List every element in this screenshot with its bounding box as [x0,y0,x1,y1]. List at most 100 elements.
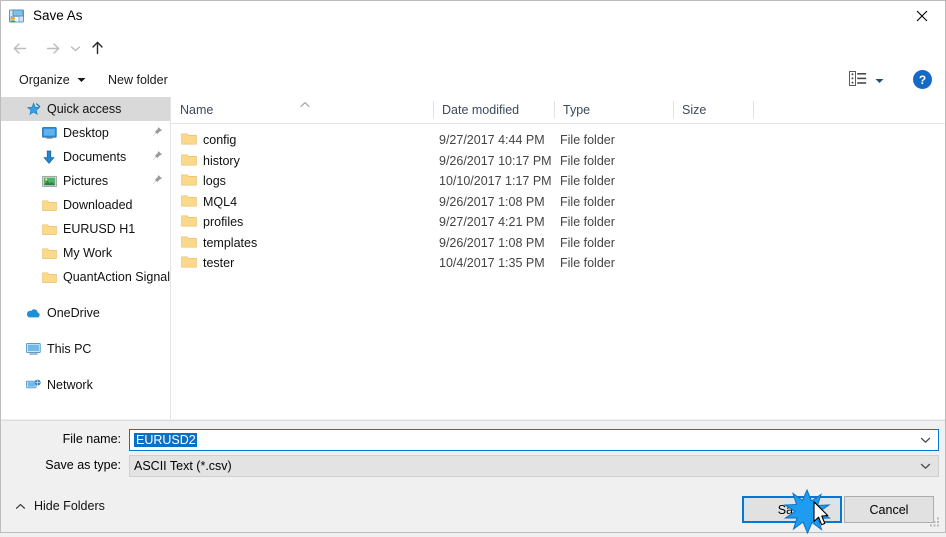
sidebar-item-this-pc[interactable]: This PC [1,337,170,361]
table-row[interactable]: history 9/26/2017 10:17 PM File folder [171,151,945,172]
sidebar-item-documents[interactable]: Documents [1,145,170,169]
cell-type: File folder [560,133,615,148]
save-as-type-label: Save as type: [45,458,121,472]
file-list-pane: Name Date modified Type Size config 9/27… [171,97,945,419]
sidebar-item-label: EURUSD H1 [63,222,136,236]
pin-icon[interactable] [151,150,163,162]
column-header-size[interactable]: Size [673,97,753,122]
sidebar-item-label: My Work [63,246,113,260]
view-layout-icon [849,71,867,89]
folder-icon [41,197,57,213]
folder-icon [41,269,57,285]
column-header-type[interactable]: Type [554,97,673,122]
save-as-type-select[interactable]: ASCII Text (*.csv) [129,455,939,477]
new-folder-button[interactable]: New folder [108,64,168,96]
folder-icon [181,194,197,208]
column-header-label: Type [563,102,591,117]
pin-icon[interactable] [151,126,163,138]
chevron-down-icon[interactable] [65,32,85,64]
cell-date: 9/26/2017 10:17 PM [439,153,552,168]
cell-type: File folder [560,174,615,189]
onedrive-cloud-icon [25,305,41,321]
folder-icon [181,173,197,187]
navigation-bar: « Roaming ❯ MetaQuotes ❯ Terminal ❯ 9155… [1,32,945,91]
sidebar-item-eurusd-h1[interactable]: EURUSD H1 [1,217,170,241]
sidebar-item-pictures[interactable]: Pictures [1,169,170,193]
sidebar-item-onedrive[interactable]: OneDrive [1,301,170,325]
sidebar-item-label: Quick access [47,102,122,116]
table-row[interactable]: config 9/27/2017 4:44 PM File folder [171,130,945,151]
table-row[interactable]: templates 9/26/2017 1:08 PM File folder [171,233,945,254]
cell-name: config [203,133,237,148]
documents-arrow-icon [41,149,57,165]
sidebar-item-quick-access[interactable]: Quick access [1,97,170,121]
pin-star-icon [25,101,41,117]
organize-label: Organize [19,73,70,87]
cell-date: 9/27/2017 4:21 PM [439,215,545,230]
folder-icon [41,221,57,237]
cancel-button-label: Cancel [869,502,909,517]
table-row[interactable]: profiles 9/27/2017 4:21 PM File folder [171,212,945,233]
file-name-input[interactable]: EURUSD2 [129,429,939,451]
dialog-footer: Hide Folders Save Cancel [1,490,945,532]
cell-name: profiles [203,215,244,230]
save-as-dialog: Save As Organize New folder ? Quick acce… [0,0,946,535]
column-header-label: Size [682,102,707,117]
chevron-down-icon [875,73,884,87]
arrow-left-icon[interactable] [7,32,35,64]
cancel-button[interactable]: Cancel [844,496,934,523]
cell-date: 10/4/2017 1:35 PM [439,256,545,271]
view-options-button[interactable] [849,64,884,96]
sidebar-item-quantaction-signal[interactable]: QuantAction Signal [1,265,170,289]
command-bar: Organize New folder ? [1,64,945,98]
folder-icon [181,235,197,249]
sidebar-item-label: Pictures [63,174,109,188]
chevron-down-icon[interactable] [911,436,938,444]
sidebar-item-my-work[interactable]: My Work [1,241,170,265]
chevron-down-icon[interactable] [911,462,938,470]
table-row[interactable]: tester 10/4/2017 1:35 PM File folder [171,253,945,274]
save-button[interactable]: Save [742,496,842,523]
organize-button[interactable]: Organize [19,64,86,96]
cell-name: history [203,153,240,168]
sidebar-item-label: Network [47,378,93,392]
cell-type: File folder [560,194,615,209]
arrow-up-icon[interactable] [85,32,109,64]
folder-icon [181,214,197,228]
cell-date: 10/10/2017 1:17 PM [439,174,552,189]
cell-name: MQL4 [203,194,238,209]
title-bar: Save As [1,1,945,32]
new-folder-label: New folder [108,73,168,87]
this-pc-icon [25,341,41,357]
sidebar-item-label: Desktop [63,126,109,140]
sidebar-item-label: Documents [63,150,127,164]
cell-date: 9/27/2017 4:44 PM [439,133,545,148]
cell-name: logs [203,174,226,189]
cell-date: 9/26/2017 1:08 PM [439,235,545,250]
column-header-date-modified[interactable]: Date modified [433,97,554,122]
file-name-selected-text: EURUSD2 [134,433,197,447]
save-form: File name: EURUSD2 Save as type: ASCII T… [1,420,945,491]
chevron-down-icon [77,77,86,83]
table-row[interactable]: MQL4 9/26/2017 1:08 PM File folder [171,192,945,213]
arrow-right-icon[interactable] [37,32,65,64]
pin-icon[interactable] [151,174,163,186]
close-button[interactable] [899,1,945,31]
column-divider[interactable] [753,101,754,118]
folder-icon [181,255,197,269]
hide-folders-button[interactable]: Hide Folders [15,499,105,513]
sidebar-item-desktop[interactable]: Desktop [1,121,170,145]
help-button[interactable]: ? [913,70,932,89]
sidebar-item-network[interactable]: Network [1,373,170,397]
network-icon [25,377,41,393]
sidebar-item-downloaded[interactable]: Downloaded [1,193,170,217]
resize-grip-icon[interactable] [928,516,941,529]
navigation-pane: Quick access Desktop Documents Pictures … [1,97,171,419]
folder-icon [41,245,57,261]
desktop-icon [41,125,57,141]
table-row[interactable]: logs 10/10/2017 1:17 PM File folder [171,171,945,192]
column-header-name[interactable]: Name [171,97,433,122]
file-name-value: EURUSD2 [130,433,911,447]
column-header-label: Name [180,102,214,117]
